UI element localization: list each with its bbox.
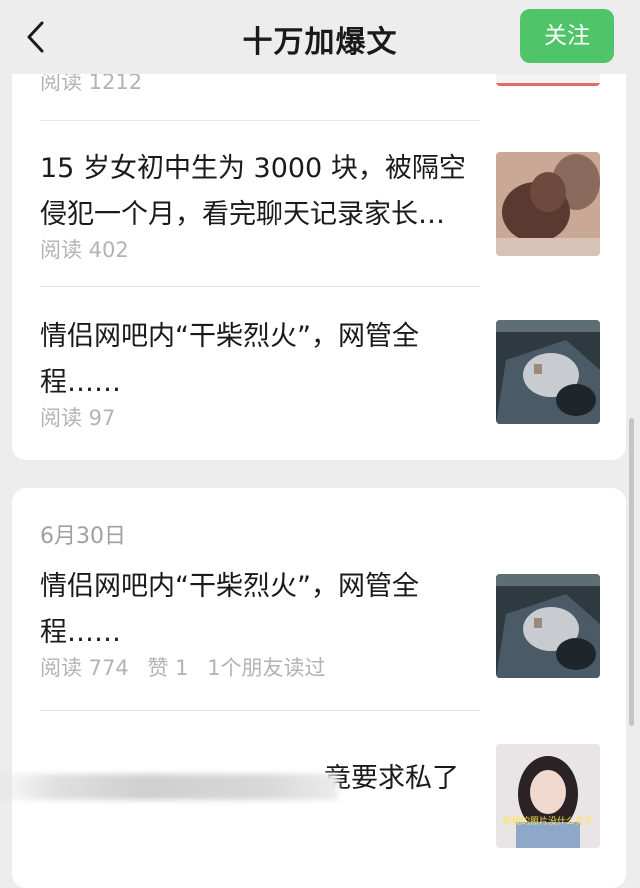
article-thumbnail[interactable] <box>496 320 600 424</box>
blurred-redaction <box>0 774 338 800</box>
article-title[interactable]: 情侣网吧内“干柴烈火”，网管全程…… <box>40 564 470 656</box>
thumbnail-image <box>496 320 600 424</box>
scrollbar[interactable] <box>629 418 634 726</box>
article-thumbnail[interactable]: 和我的照片没什么见不 <box>496 744 600 848</box>
read-count: 阅读 774 <box>40 656 129 680</box>
article-thumbnail[interactable] <box>496 152 600 256</box>
top-bar: 十万加爆文 关注 <box>0 0 640 74</box>
article-meta: 阅读 774 赞 1 1个朋友读过 <box>40 652 338 682</box>
thumbnail-image <box>496 152 600 256</box>
thumbnail-image <box>496 744 600 848</box>
article-meta: 阅读 402 <box>40 234 141 264</box>
article-group-card: 阅读 1212 15 岁女初中生为 3000 块，被隔空侵犯一个月，看完聊天记录… <box>12 40 626 460</box>
like-count: 赞 1 <box>147 656 189 680</box>
article-thumbnail[interactable] <box>496 574 600 678</box>
article-item[interactable]: 15 岁女初中生为 3000 块，被隔空侵犯一个月，看完聊天记录家长… 阅读 4… <box>40 146 614 266</box>
article-group-card: 6月30日 情侣网吧内“干柴烈火”，网管全程…… 阅读 774 赞 1 1个朋友… <box>12 488 626 888</box>
thumbnail-image <box>496 574 600 678</box>
publish-date: 6月30日 <box>40 524 126 549</box>
divider <box>40 286 480 287</box>
friends-read: 1个朋友读过 <box>207 656 326 680</box>
thumbnail-caption: 和我的照片没什么见不 <box>502 817 593 827</box>
article-title[interactable]: 竟要求私了 <box>324 756 474 802</box>
article-title[interactable]: 15 岁女初中生为 3000 块，被隔空侵犯一个月，看完聊天记录家长… <box>40 146 470 238</box>
follow-button[interactable]: 关注 <box>520 9 614 63</box>
divider <box>40 120 480 121</box>
article-title[interactable]: 情侣网吧内“干柴烈火”，网管全程…… <box>40 314 470 406</box>
read-count: 阅读 97 <box>40 406 116 430</box>
read-count: 阅读 402 <box>40 238 129 262</box>
divider <box>40 710 480 711</box>
article-item[interactable]: 情侣网吧内“干柴烈火”，网管全程…… 阅读 97 <box>40 314 614 434</box>
article-meta: 阅读 97 <box>40 402 127 432</box>
article-item[interactable]: 情侣网吧内“干柴烈火”，网管全程…… 阅读 774 赞 1 1个朋友读过 <box>40 564 614 684</box>
article-item[interactable]: 竟要求私了 和我的照片没什么见不 <box>40 744 614 864</box>
